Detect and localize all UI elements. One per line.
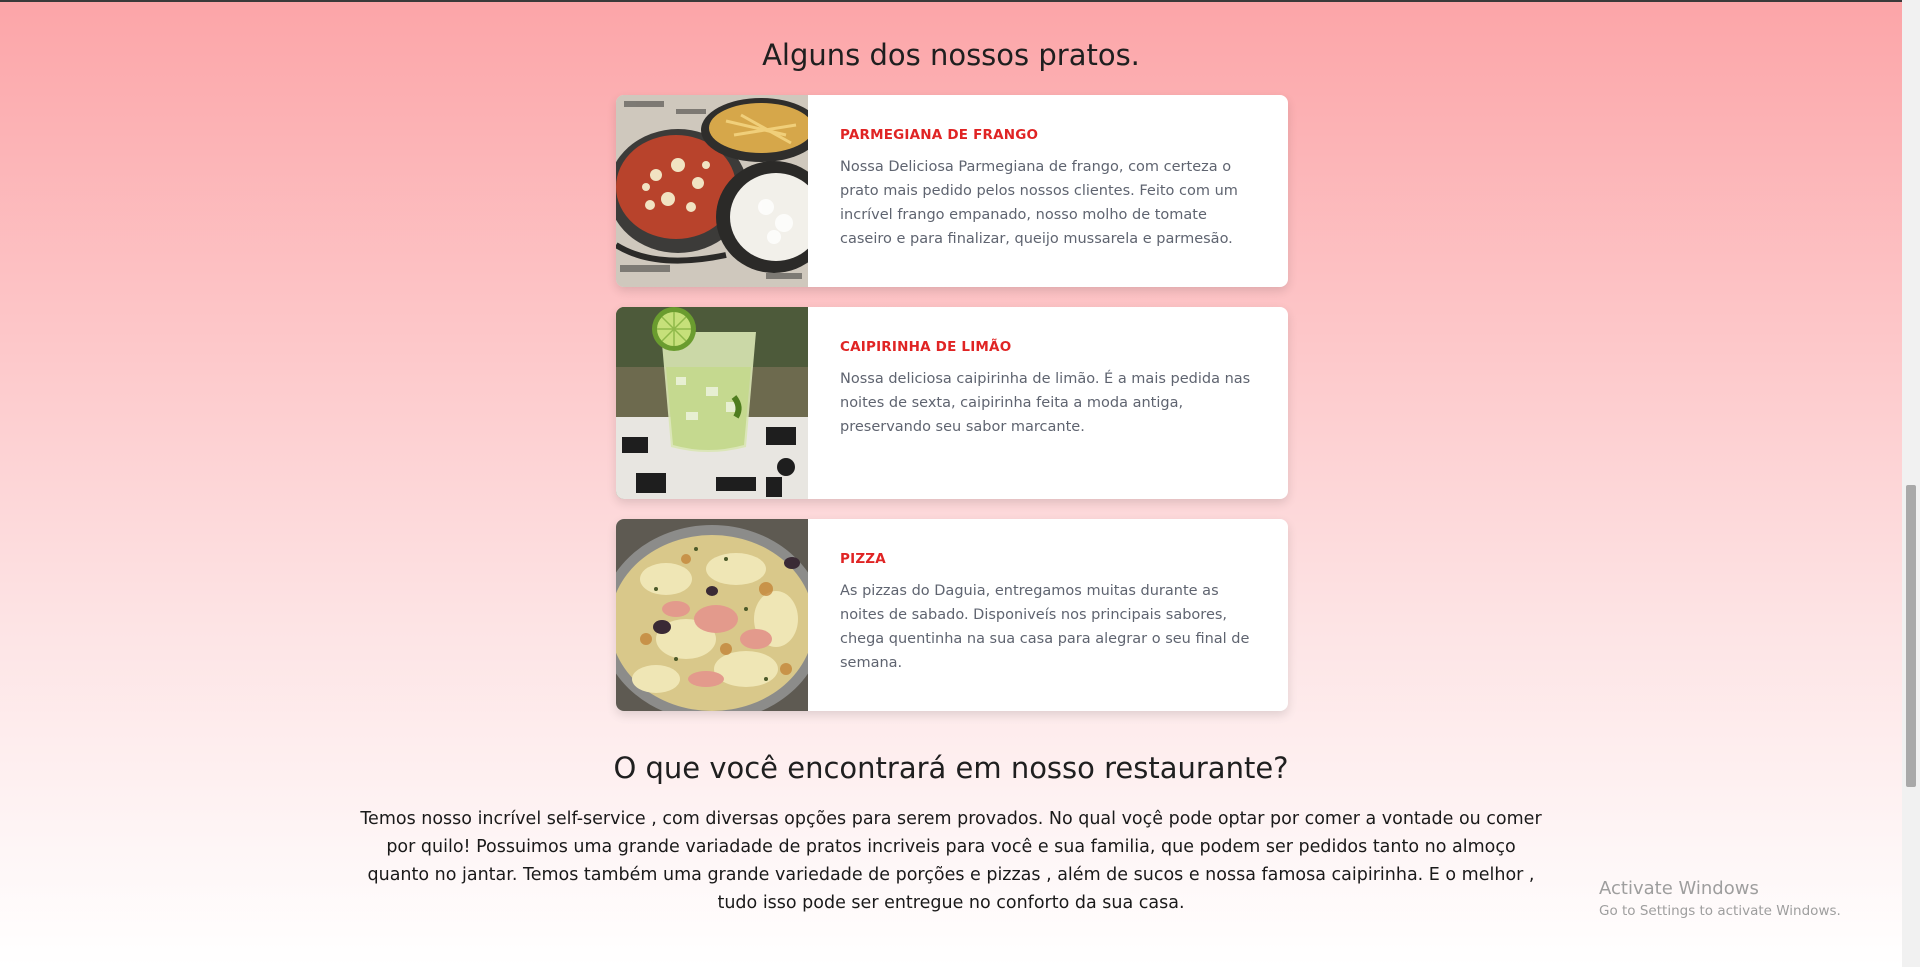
dishes-section-title: Alguns dos nossos pratos. [762,38,1140,72]
dish-title: PARMEGIANA DE FRANGO [840,127,1039,143]
watermark-title: Activate Windows [1599,878,1759,899]
watermark-subtitle: Go to Settings to activate Windows. [1599,903,1841,919]
scrollbar-thumb[interactable] [1906,485,1916,787]
dish-card-pizza: PIZZA As pizzas do Daguia, entregamos mu… [616,519,1288,711]
dish-photo-pizza [616,519,808,711]
caipirinha-image [616,307,808,499]
dish-title: CAIPIRINHA DE LIMÃO [840,339,1012,355]
dish-photo-caipirinha [616,307,808,499]
dish-description: Nossa Deliciosa Parmegiana de frango, co… [840,159,1238,247]
about-section-text: Temos nosso incrível self-service , com … [360,809,1542,913]
pizza-image [616,519,808,711]
dish-card-caipirinha: CAIPIRINHA DE LIMÃO Nossa deliciosa caip… [616,307,1288,499]
dish-title: PIZZA [840,551,886,567]
dish-description: Nossa deliciosa caipirinha de limão. É a… [840,371,1251,435]
windows-activation-watermark: Activate Windows Go to Settings to activ… [1599,878,1841,919]
page-scrollbar[interactable] [1902,0,1920,967]
about-section-title: O que você encontrará em nosso restauran… [613,751,1289,785]
dish-card-parmegiana: PARMEGIANA DE FRANGO Nossa Deliciosa Par… [616,95,1288,287]
page-content: Alguns dos nossos pratos. PARMEGIANA DE … [0,0,1902,967]
dish-description: As pizzas do Daguia, entregamos muitas d… [840,583,1250,671]
parmegiana-image [616,95,808,287]
dish-photo-parmegiana [616,95,808,287]
